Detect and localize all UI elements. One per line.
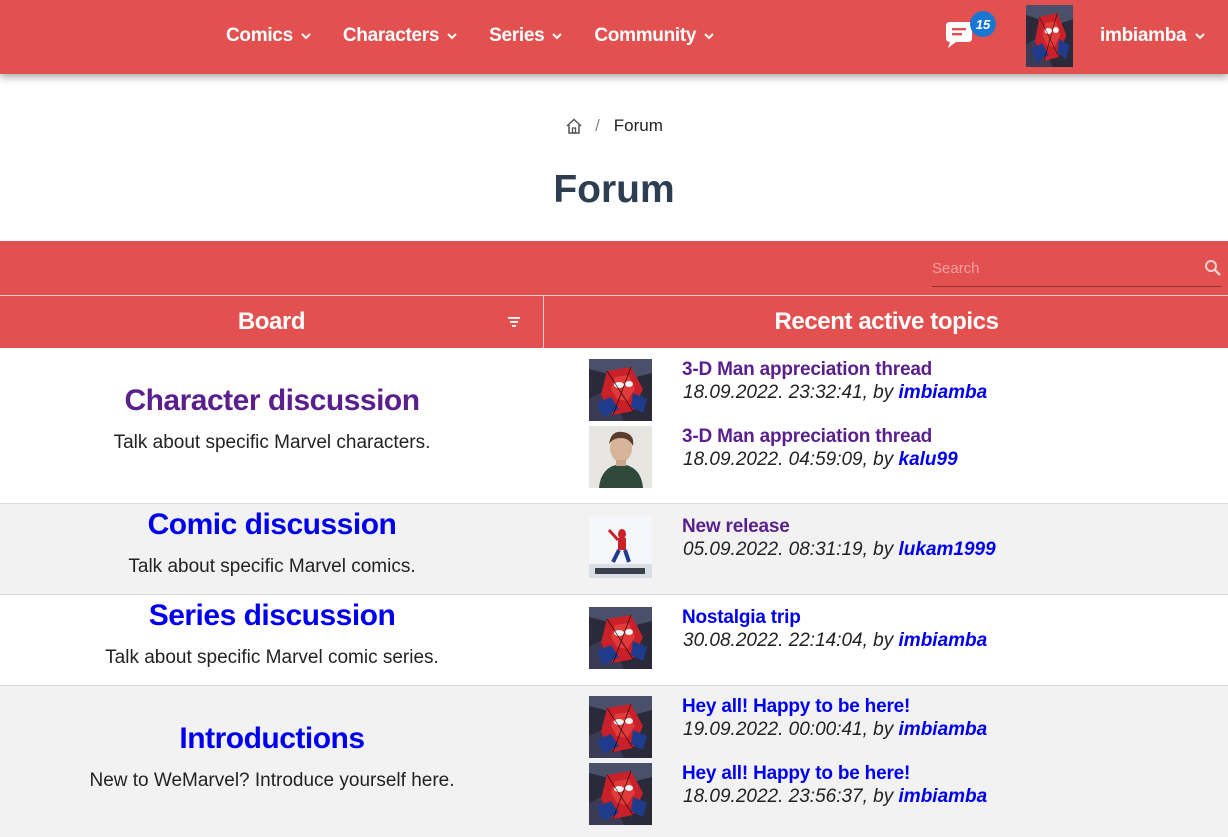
topic-meta: 19.09.2022. 00:00:41, by imbiamba [683,719,987,741]
topic-author-avatar[interactable] [589,696,652,758]
topic-title-link[interactable]: New release [682,516,790,538]
topic-item: New release 05.09.2022. 08:31:19, by luk… [589,516,1189,578]
topic-date: 18.09.2022. 23:56:37, by [683,786,899,807]
board-title-link[interactable]: Character discussion [0,384,544,418]
chevron-down-icon [1195,33,1206,40]
topic-item: Nostalgia trip 30.08.2022. 22:14:04, by … [589,607,1189,669]
topic-author-link[interactable]: imbiamba [899,719,988,740]
board-cell: Comic discussion Talk about specific Mar… [0,508,544,578]
table-row: Introductions New to WeMarvel? Introduce… [0,686,1228,837]
chevron-down-icon [447,33,457,40]
topic-author-avatar[interactable] [589,359,652,421]
nav-series[interactable]: Series [489,25,563,47]
topic-item: Hey all! Happy to be here! 18.09.2022. 2… [589,763,1189,825]
breadcrumb: / Forum [0,116,1228,136]
search-icon[interactable] [1204,259,1222,277]
messages-button[interactable]: 15 [942,11,1002,54]
topic-date: 19.09.2022. 00:00:41, by [683,719,899,740]
breadcrumb-current: Forum [613,116,663,135]
chevron-down-icon [704,33,714,40]
search-input[interactable] [932,253,1194,283]
topic-item: 3-D Man appreciation thread 18.09.2022. … [589,359,1189,421]
search-box [932,253,1222,287]
topic-meta: 18.09.2022. 23:56:37, by imbiamba [683,786,987,808]
nav-characters-label: Characters [342,25,440,46]
topic-author-link[interactable]: imbiamba [899,630,988,651]
board-description: Talk about specific Marvel characters. [113,432,431,453]
topic-title-link[interactable]: 3-D Man appreciation thread [682,426,932,448]
nav-community-label: Community [594,25,697,46]
chevron-down-icon [301,33,311,40]
user-avatar[interactable] [1026,5,1073,67]
topic-title-link[interactable]: 3-D Man appreciation thread [682,359,932,381]
topic-title-link[interactable]: Hey all! Happy to be here! [682,763,910,785]
topic-title-link[interactable]: Hey all! Happy to be here! [682,696,910,718]
topic-date: 05.09.2022. 08:31:19, by [683,539,899,560]
topic-author-avatar[interactable] [589,426,652,488]
breadcrumb-separator: / [595,116,600,135]
board-title-link[interactable]: Comic discussion [0,508,544,542]
board-description: New to WeMarvel? Introduce yourself here… [89,770,455,791]
board-description: Talk about specific Marvel comics. [128,556,416,577]
topic-item: 3-D Man appreciation thread 18.09.2022. … [589,426,1189,488]
column-header-recent-topics: Recent active topics [545,296,1228,348]
nav-characters[interactable]: Characters [343,25,457,47]
topic-meta: 30.08.2022. 22:14:04, by imbiamba [683,630,987,652]
topic-author-avatar[interactable] [589,763,652,825]
topic-meta: 18.09.2022. 04:59:09, by kalu99 [683,449,958,471]
topic-date: 18.09.2022. 04:59:09, by [683,449,899,470]
topic-author-avatar[interactable] [589,516,652,578]
topic-meta: 05.09.2022. 08:31:19, by lukam1999 [683,539,996,561]
home-icon[interactable] [565,117,583,135]
main-nav: Comics Characters Series Community [226,0,746,72]
nav-comics-label: Comics [226,25,293,46]
chevron-down-icon [552,33,563,40]
column-header-board-label: Board [237,308,306,335]
page-title: Forum [553,168,675,211]
board-cell: Series discussion Talk about specific Ma… [0,599,544,669]
board-title-link[interactable]: Introductions [0,722,544,756]
topic-item: Hey all! Happy to be here! 19.09.2022. 0… [589,696,1189,758]
topic-author-link[interactable]: imbiamba [899,786,988,807]
topic-meta: 18.09.2022. 23:32:41, by imbiamba [683,382,987,404]
topic-author-link[interactable]: lukam1999 [899,539,996,560]
column-header-recent-label: Recent active topics [774,308,999,335]
board-cell: Introductions New to WeMarvel? Introduce… [0,722,544,792]
nav-series-label: Series [489,25,545,46]
user-menu[interactable]: imbiamba [1100,0,1206,72]
topic-date: 18.09.2022. 23:32:41, by [683,382,899,403]
nav-community[interactable]: Community [594,25,714,47]
topic-author-avatar[interactable] [589,607,652,669]
nav-comics[interactable]: Comics [226,25,311,47]
column-header-board[interactable]: Board [0,296,544,348]
username: imbiamba [1100,25,1187,46]
board-title-link[interactable]: Series discussion [0,599,544,633]
table-row: Comic discussion Talk about specific Mar… [0,504,1228,595]
table-header: Board Recent active topics [0,295,1228,348]
table-row: Character discussion Talk about specific… [0,348,1228,504]
topic-author-link[interactable]: kalu99 [899,449,958,470]
topic-author-link[interactable]: imbiamba [899,382,988,403]
forum-toolbar [0,241,1228,295]
topic-date: 30.08.2022. 22:14:04, by [683,630,899,651]
table-row: Series discussion Talk about specific Ma… [0,595,1228,686]
topic-title-link[interactable]: Nostalgia trip [682,607,801,629]
messages-count-badge: 15 [970,11,996,37]
sort-icon[interactable] [506,314,522,330]
board-cell: Character discussion Talk about specific… [0,384,544,454]
top-navbar: Comics Characters Series Community 15 im… [0,0,1228,74]
board-description: Talk about specific Marvel comic series. [105,647,439,668]
